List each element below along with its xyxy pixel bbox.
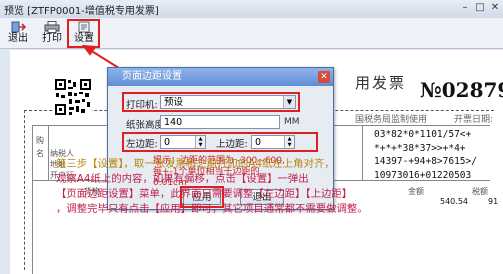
table-border-left	[32, 125, 33, 274]
left-margin-spinner[interactable]: 0 ▲ ▼	[160, 135, 206, 149]
close-window-button[interactable]: ✕	[488, 2, 502, 14]
maximize-button[interactable]: □	[473, 2, 487, 14]
top-margin-spinner[interactable]: 0 ▲ ▼	[251, 135, 295, 149]
invoice-number: №02879	[420, 78, 503, 102]
settings-highlight-box	[67, 19, 100, 48]
qr-code	[54, 78, 92, 116]
paper-height-unit: MM	[284, 117, 300, 127]
print-button[interactable]: 打印	[38, 20, 66, 46]
top-margin-value: 0	[255, 137, 262, 148]
exit-button[interactable]: 退出	[4, 20, 32, 46]
dialog-close-button[interactable]: ✕	[318, 71, 330, 83]
print-label: 打印	[42, 33, 62, 44]
minimize-button[interactable]: –	[458, 2, 472, 14]
table-divider	[48, 125, 49, 180]
window-titlebar: 预览 [ZTFP0001-增值税专用发票] – □ ✕	[0, 0, 503, 19]
spinner-arrows-icon[interactable]: ▲ ▼	[284, 136, 294, 148]
printer-icon	[44, 21, 60, 33]
spinner-arrows-icon[interactable]: ▲ ▼	[195, 136, 205, 148]
top-margin-label: 上边距:	[216, 139, 248, 150]
left-margin-value: 0	[164, 137, 171, 148]
dialog-title: 页面边距设置	[122, 71, 182, 82]
window-title: 预览 [ZTFP0001-增值税专用发票]	[4, 6, 159, 17]
tax-value: 91	[488, 197, 499, 206]
instruction-line: ，调整完毕只有点击【应用】即可，其它项目通常都不需要做调整。	[56, 203, 368, 215]
buyer-label: 购	[36, 136, 44, 145]
invoice-date-label: 开票日期:	[454, 115, 494, 125]
exit-icon	[11, 21, 26, 33]
paper-height-value: 140	[164, 117, 183, 128]
left-margin-label: 左边距:	[126, 139, 158, 150]
paper-height-input[interactable]: 140	[160, 115, 280, 129]
paper-edge-left	[24, 110, 25, 270]
cipher-line: 03*82*0*1101/57<+	[374, 129, 472, 140]
invoice-supervision-label: 国税务局监制使用	[355, 115, 428, 125]
instruction-text: 第三步【设置】，取一张发票和之前打印的A4纸左上角对齐， 观察A4纸上的内容，如…	[56, 157, 486, 217]
cipher-line: *+*+*38*37>>+*4+	[374, 142, 466, 154]
instruction-line: 【页面边距设置】菜单，此界面只需要调整【左边距】【上边距】	[56, 188, 353, 200]
dialog-titlebar: 页面边距设置 ✕	[108, 68, 333, 86]
buyer-name-label: 名	[36, 149, 44, 158]
exit-label: 退出	[8, 33, 28, 44]
printer-highlight-box	[122, 92, 300, 112]
invoice-title: 用发票	[355, 74, 407, 92]
instruction-line: 观察A4纸上的内容，如果有偏移，点击【设置】一弹出	[56, 173, 309, 185]
instruction-line: 第三步【设置】，取一张发票和之前打印的A4纸左上角对齐，	[56, 158, 335, 170]
